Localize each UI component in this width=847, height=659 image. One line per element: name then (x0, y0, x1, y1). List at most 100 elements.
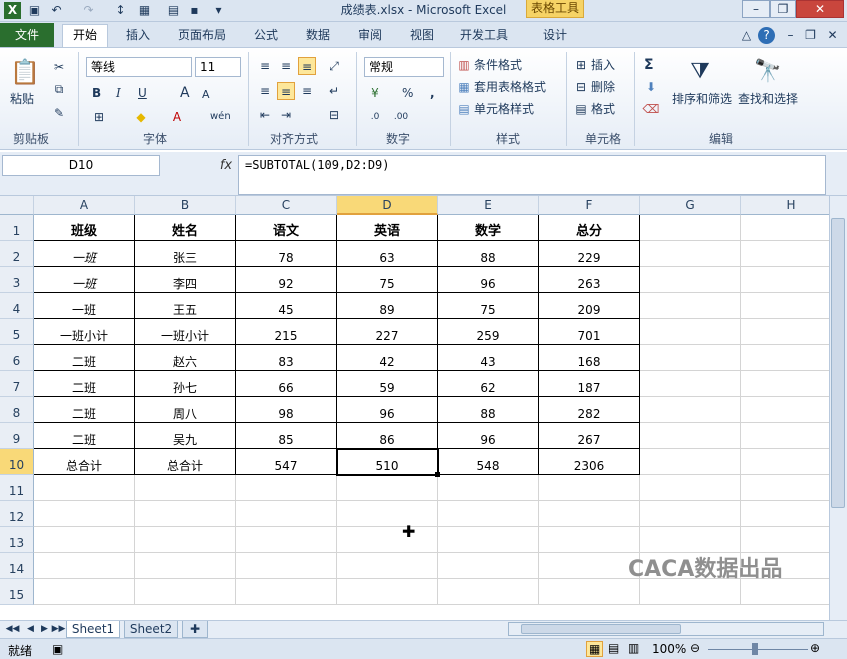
cell-h9[interactable] (741, 423, 829, 449)
page-layout-view-icon[interactable]: ▤ (608, 641, 619, 655)
tab-file[interactable]: 文件 (0, 23, 54, 47)
insert-cells-icon[interactable]: ⊞ (572, 56, 590, 74)
bold-button[interactable]: B (92, 84, 101, 102)
increase-decimal-icon[interactable]: .0 (366, 108, 384, 126)
cell-f9[interactable]: 267 (539, 423, 640, 449)
cell-b8[interactable]: 周八 (135, 397, 236, 423)
increase-indent-icon[interactable]: ⇥ (277, 106, 295, 124)
cell-f12[interactable] (539, 501, 640, 527)
cell-styles-icon[interactable]: ▤ (455, 100, 473, 118)
paste-button[interactable]: 粘贴 (10, 90, 34, 108)
delete-button[interactable]: 删除 (591, 78, 615, 96)
number-format-select[interactable]: 常规 (364, 57, 444, 77)
currency-icon[interactable]: ¥ (366, 84, 384, 102)
cell-g1[interactable] (640, 215, 741, 241)
align-right-icon[interactable]: ≡ (298, 82, 316, 100)
decrease-indent-icon[interactable]: ⇤ (256, 106, 274, 124)
cell-h8[interactable] (741, 397, 829, 423)
conditional-format-button[interactable]: 条件格式 (474, 56, 522, 74)
tab-view[interactable]: 视图 (402, 25, 442, 47)
row-header-4[interactable]: 4 (0, 293, 34, 319)
horizontal-scrollbar[interactable] (508, 622, 824, 636)
cell-h5[interactable] (741, 319, 829, 345)
cell-a8[interactable]: 二班 (34, 397, 135, 423)
cell-g3[interactable] (640, 267, 741, 293)
cell-a11[interactable] (34, 475, 135, 501)
fill-color-icon[interactable]: ◆ (132, 108, 150, 126)
cell-d7[interactable]: 59 (337, 371, 438, 397)
cell-b14[interactable] (135, 553, 236, 579)
cell-b5[interactable]: 一班小计 (135, 319, 236, 345)
cell-a10[interactable]: 总合计 (34, 449, 135, 475)
cell-b12[interactable] (135, 501, 236, 527)
cell-c1[interactable]: 语文 (236, 215, 337, 241)
cell-c12[interactable] (236, 501, 337, 527)
last-sheet-icon[interactable]: ▶▶ (50, 621, 67, 638)
row-header-14[interactable]: 14 (0, 553, 34, 579)
format-button[interactable]: 格式 (591, 100, 615, 118)
zoom-slider[interactable] (708, 649, 808, 650)
align-middle-icon[interactable]: ≡ (277, 57, 295, 75)
cell-c11[interactable] (236, 475, 337, 501)
cell-e15[interactable] (438, 579, 539, 605)
cell-g6[interactable] (640, 345, 741, 371)
cell-f8[interactable]: 282 (539, 397, 640, 423)
cell-g2[interactable] (640, 241, 741, 267)
cell-e11[interactable] (438, 475, 539, 501)
fill-icon[interactable]: ⬇ (642, 78, 660, 96)
tab-data[interactable]: 数据 (298, 25, 338, 47)
cell-h11[interactable] (741, 475, 829, 501)
column-header-f[interactable]: F (539, 196, 640, 215)
cell-b4[interactable]: 王五 (135, 293, 236, 319)
macro-record-icon[interactable]: ▣ (52, 642, 63, 656)
cell-a14[interactable] (34, 553, 135, 579)
close-button[interactable]: ✕ (796, 0, 844, 18)
cell-e7[interactable]: 62 (438, 371, 539, 397)
cell-a7[interactable]: 二班 (34, 371, 135, 397)
sort-filter-button[interactable]: 排序和筛选 (672, 90, 732, 108)
cell-b13[interactable] (135, 527, 236, 553)
row-header-15[interactable]: 15 (0, 579, 34, 605)
row-header-6[interactable]: 6 (0, 345, 34, 371)
row-header-10[interactable]: 10 (0, 449, 34, 475)
cell-c5[interactable]: 215 (236, 319, 337, 345)
tab-page-layout[interactable]: 页面布局 (170, 25, 234, 47)
format-painter-icon[interactable]: ✎ (50, 104, 68, 122)
cell-h7[interactable] (741, 371, 829, 397)
cell-a6[interactable]: 二班 (34, 345, 135, 371)
row-header-2[interactable]: 2 (0, 241, 34, 267)
cell-c10[interactable]: 547 (236, 449, 337, 475)
row-header-3[interactable]: 3 (0, 267, 34, 293)
italic-button[interactable]: I (116, 84, 121, 102)
vertical-scrollbar[interactable] (829, 196, 847, 620)
tab-insert[interactable]: 插入 (118, 25, 158, 47)
cut-icon[interactable]: ✂ (50, 58, 68, 76)
column-header-g[interactable]: G (640, 196, 741, 215)
help-icon[interactable]: ? (758, 27, 775, 44)
cell-a5[interactable]: 一班小计 (34, 319, 135, 345)
tab-formulas[interactable]: 公式 (246, 25, 286, 47)
column-header-a[interactable]: A (34, 196, 135, 215)
cell-c7[interactable]: 66 (236, 371, 337, 397)
row-header-1[interactable]: 1 (0, 215, 34, 241)
align-top-icon[interactable]: ≡ (256, 57, 274, 75)
cell-b2[interactable]: 张三 (135, 241, 236, 267)
cell-b3[interactable]: 李四 (135, 267, 236, 293)
cell-c14[interactable] (236, 553, 337, 579)
doc-close-icon[interactable]: ✕ (824, 27, 841, 44)
cell-d4[interactable]: 89 (337, 293, 438, 319)
cell-h6[interactable] (741, 345, 829, 371)
zoom-out-icon[interactable]: ⊖ (690, 641, 700, 655)
table-format-button[interactable]: 套用表格格式 (474, 78, 546, 96)
row-header-12[interactable]: 12 (0, 501, 34, 527)
cell-a2[interactable]: 一班 (34, 241, 135, 267)
cell-h2[interactable] (741, 241, 829, 267)
borders-icon[interactable]: ⊞ (90, 108, 108, 126)
cell-c15[interactable] (236, 579, 337, 605)
cell-d12[interactable] (337, 501, 438, 527)
cell-g5[interactable] (640, 319, 741, 345)
row-header-9[interactable]: 9 (0, 423, 34, 449)
cell-c3[interactable]: 92 (236, 267, 337, 293)
cell-e6[interactable]: 43 (438, 345, 539, 371)
restore-button[interactable]: ❐ (770, 0, 796, 18)
